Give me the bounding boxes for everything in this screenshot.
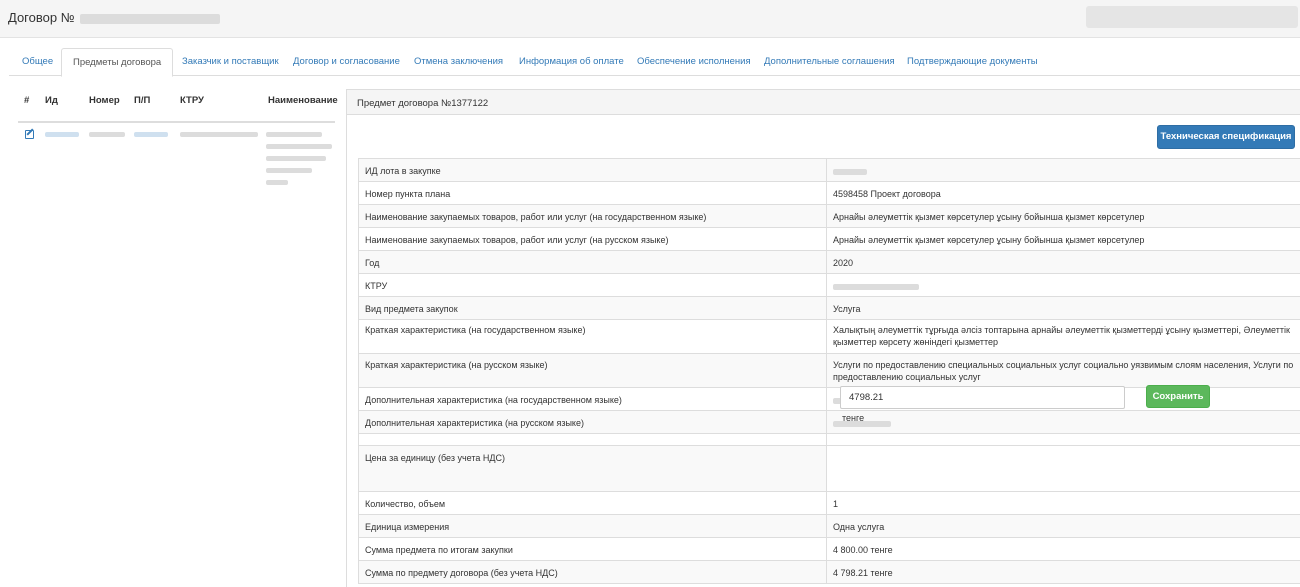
row-key: Единица измерения bbox=[358, 514, 827, 538]
row-key: Сумма по предмету договора (без учета НД… bbox=[358, 560, 827, 584]
row-value bbox=[826, 433, 1300, 446]
row-key: Количество, объем bbox=[358, 491, 827, 515]
unit-price-currency: тенге bbox=[842, 413, 865, 423]
item-ktru-redacted bbox=[180, 132, 258, 137]
contract-number-redacted bbox=[80, 13, 221, 24]
table-row: Номер пункта плана 4598458 Проект догово… bbox=[358, 181, 1300, 205]
table-row: Краткая характеристика (на государственн… bbox=[358, 319, 1300, 354]
save-button[interactable]: Сохранить bbox=[1146, 385, 1210, 408]
tab-additional-agreements[interactable]: Дополнительные соглашения bbox=[753, 48, 906, 76]
table-row: Цена за единицу (без учета НДС) bbox=[358, 445, 1300, 492]
row-value: 4598458 Проект договора bbox=[826, 181, 1300, 205]
row-value: Услуга bbox=[826, 296, 1300, 320]
table-row: Краткая характеристика (на русском языке… bbox=[358, 353, 1300, 388]
row-value: Халықтың әлеуметтік тұрғыда әлсіз топтар… bbox=[826, 319, 1300, 354]
tab-general[interactable]: Общее bbox=[11, 48, 64, 76]
user-area-redacted[interactable] bbox=[1086, 6, 1298, 28]
items-list-table: # Ид Номер П/П КТРУ Наименование bbox=[18, 89, 338, 203]
row-key: Цена за единицу (без учета НДС) bbox=[358, 445, 827, 492]
table-row: Наименование закупаемых товаров, работ и… bbox=[358, 227, 1300, 251]
row-value: Одна услуга bbox=[826, 514, 1300, 538]
row-value: 1 bbox=[826, 491, 1300, 515]
row-value: 4 800.00 тенге bbox=[826, 537, 1300, 561]
row-key: Вид предмета закупок bbox=[358, 296, 827, 320]
col-name: Наименование bbox=[268, 95, 338, 106]
table-row: Сумма по предмету договора (без учета НД… bbox=[358, 560, 1300, 584]
row-key: Дополнительная характеристика (на русско… bbox=[358, 410, 827, 434]
row-value: Услуги по предоставлению специальных соц… bbox=[826, 353, 1300, 388]
lot-id-redacted bbox=[833, 168, 867, 175]
top-bar: Договор № bbox=[0, 0, 1300, 38]
table-row: ИД лота в закупке bbox=[358, 158, 1300, 182]
table-row: Количество, объем 1 bbox=[358, 491, 1300, 515]
tab-supporting-documents[interactable]: Подтверждающие документы bbox=[896, 48, 1049, 76]
item-detail-panel: Предмет договора №1377122 Техническая сп… bbox=[346, 89, 1300, 587]
row-value bbox=[826, 445, 1300, 492]
col-pp: П/П bbox=[134, 95, 151, 106]
table-row: Сумма предмета по итогам закупки 4 800.0… bbox=[358, 537, 1300, 561]
tab-contract-items[interactable]: Предметы договора bbox=[61, 48, 174, 77]
row-value bbox=[826, 410, 1300, 434]
table-row: Наименование закупаемых товаров, работ и… bbox=[358, 204, 1300, 228]
row-key: КТРУ bbox=[358, 273, 827, 297]
row-key: Год bbox=[358, 250, 827, 274]
page-title-prefix: Договор № bbox=[8, 10, 75, 25]
table-row: Год 2020 bbox=[358, 250, 1300, 274]
row-value: 4 798.21 тенге bbox=[826, 560, 1300, 584]
row-value bbox=[826, 273, 1300, 297]
item-id-redacted[interactable] bbox=[45, 132, 79, 137]
item-name-redacted bbox=[266, 180, 288, 185]
tab-bar: Общее Предметы договора Заказчик и поста… bbox=[9, 48, 1300, 77]
row-key: Наименование закупаемых товаров, работ и… bbox=[358, 204, 827, 228]
items-list-header: # Ид Номер П/П КТРУ Наименование bbox=[18, 89, 338, 123]
row-value bbox=[826, 158, 1300, 182]
tab-cancellation[interactable]: Отмена заключения bbox=[403, 48, 514, 76]
item-name-redacted bbox=[266, 132, 322, 137]
table-row bbox=[18, 123, 335, 203]
technical-specification-button[interactable]: Техническая спецификация bbox=[1157, 125, 1295, 149]
page-title: Договор № bbox=[8, 10, 221, 25]
row-key: Дополнительная характеристика (на госуда… bbox=[358, 387, 827, 411]
row-key: Наименование закупаемых товаров, работ и… bbox=[358, 227, 827, 251]
row-value: 2020 bbox=[826, 250, 1300, 274]
col-ktru: КТРУ bbox=[180, 95, 204, 106]
col-hash: # bbox=[24, 95, 30, 106]
table-row: Вид предмета закупок Услуга bbox=[358, 296, 1300, 320]
tab-payment-info[interactable]: Информация об оплате bbox=[508, 48, 635, 76]
unit-price-input[interactable]: 4798.21 bbox=[840, 386, 1125, 409]
col-id: Ид bbox=[45, 95, 58, 106]
item-pp-redacted[interactable] bbox=[134, 132, 168, 137]
row-key: Сумма предмета по итогам закупки bbox=[358, 537, 827, 561]
tab-contract-approval[interactable]: Договор и согласование bbox=[282, 48, 411, 76]
table-row: КТРУ bbox=[358, 273, 1300, 297]
table-row bbox=[358, 433, 1300, 446]
item-name-redacted bbox=[266, 168, 312, 173]
item-number-redacted bbox=[89, 132, 125, 137]
item-details-table: ИД лота в закупке Номер пункта плана 459… bbox=[358, 158, 1300, 584]
edit-icon[interactable] bbox=[25, 130, 34, 139]
row-value: Арнайы әлеуметтік қызмет көрсетулер ұсын… bbox=[826, 227, 1300, 251]
row-key: Номер пункта плана bbox=[358, 181, 827, 205]
panel-title: Предмет договора №1377122 bbox=[347, 90, 1300, 115]
row-key bbox=[358, 433, 827, 446]
item-name-redacted bbox=[266, 156, 326, 161]
row-key: Краткая характеристика (на русском языке… bbox=[358, 353, 827, 388]
row-key: Краткая характеристика (на государственн… bbox=[358, 319, 827, 354]
row-key: ИД лота в закупке bbox=[358, 158, 827, 182]
row-value: Арнайы әлеуметтік қызмет көрсетулер ұсын… bbox=[826, 204, 1300, 228]
item-name-redacted bbox=[266, 144, 332, 149]
table-row: Дополнительная характеристика (на русско… bbox=[358, 410, 1300, 434]
tab-performance-security[interactable]: Обеспечение исполнения bbox=[626, 48, 762, 76]
table-row: Единица измерения Одна услуга bbox=[358, 514, 1300, 538]
ktru-redacted bbox=[833, 283, 919, 290]
tab-customer-supplier[interactable]: Заказчик и поставщик bbox=[171, 48, 290, 76]
col-number: Номер bbox=[89, 95, 120, 106]
